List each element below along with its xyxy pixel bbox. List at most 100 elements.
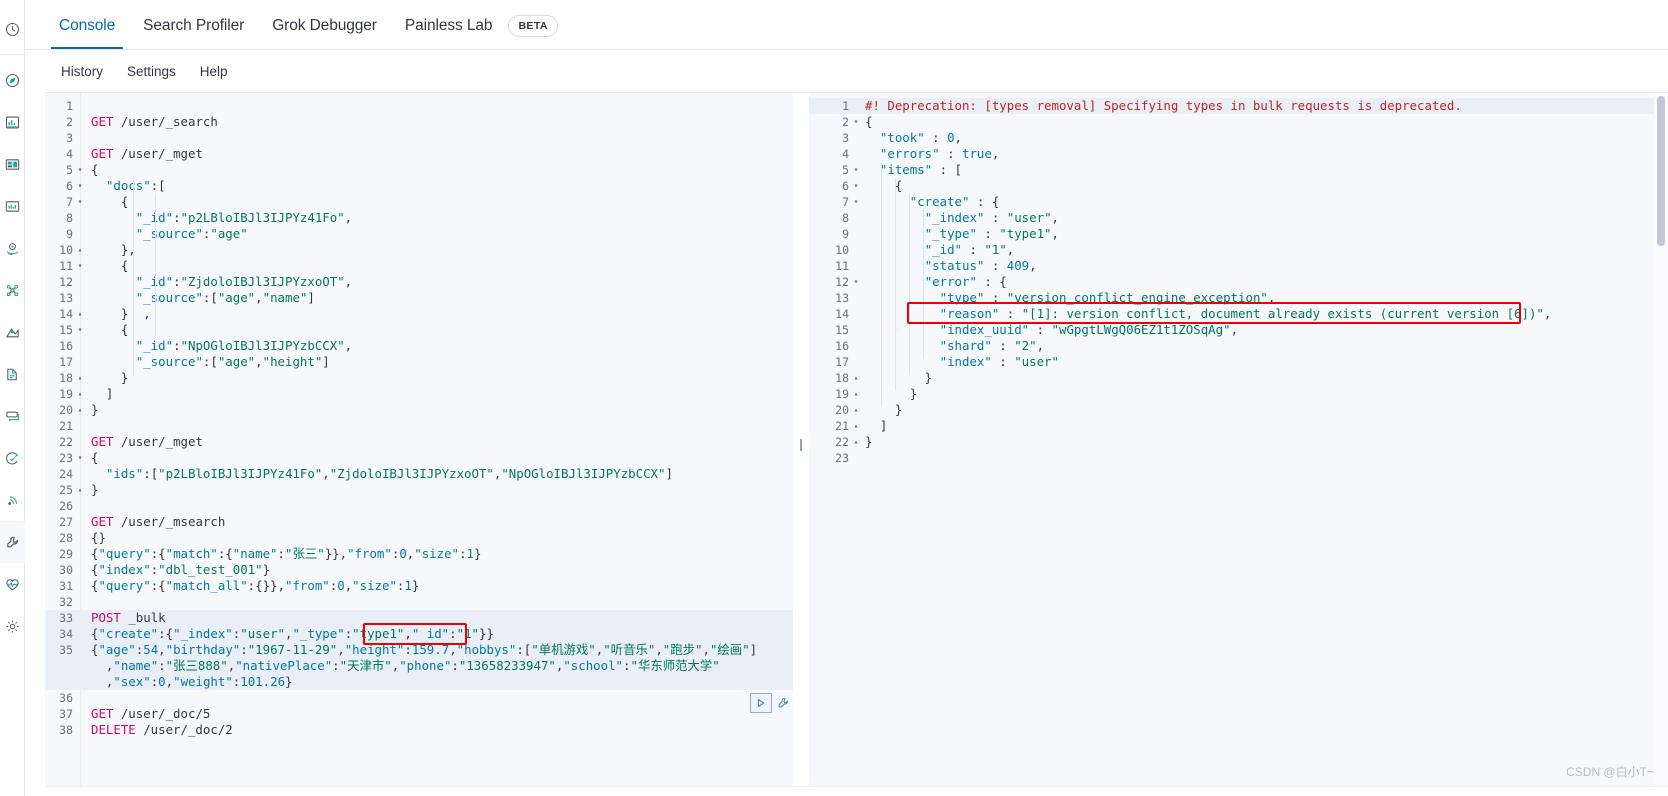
code-line[interactable]: 29 {"query":{"match":{"name":"张三"}},"from… bbox=[45, 546, 793, 562]
code-line[interactable]: 22 GET /user/_mget bbox=[45, 434, 793, 450]
code-line[interactable]: 1 bbox=[45, 98, 793, 114]
machine-learning-icon[interactable] bbox=[0, 311, 25, 353]
code-line[interactable]: 2 GET /user/_search bbox=[45, 114, 793, 130]
fold-toggle[interactable]: ▾ bbox=[75, 162, 85, 178]
fold-toggle[interactable]: ▴ bbox=[75, 306, 85, 322]
subnav-item-help[interactable]: Help bbox=[200, 64, 228, 79]
line-number: 25 bbox=[59, 483, 73, 497]
fold-toggle[interactable]: ▴ bbox=[851, 402, 861, 418]
fold-toggle[interactable]: ▴ bbox=[851, 418, 861, 434]
code-text: GET /user/_mget bbox=[91, 434, 203, 449]
code-line[interactable]: 19 ▴ ] bbox=[45, 386, 793, 402]
logs-icon[interactable] bbox=[0, 395, 25, 437]
code-text: } bbox=[91, 370, 129, 385]
code-line[interactable]: 8 "_id":"p2LBloIBJl3IJPYz41Fo", bbox=[45, 210, 793, 226]
code-line[interactable]: 14 ▴ } , bbox=[45, 306, 793, 322]
fold-toggle[interactable]: ▴ bbox=[851, 370, 861, 386]
fold-toggle[interactable]: ▴ bbox=[75, 370, 85, 386]
visualize-icon[interactable] bbox=[0, 101, 25, 143]
fold-toggle[interactable]: ▴ bbox=[851, 434, 861, 450]
code-line[interactable]: 34 {"create":{"_index":"user","_type":"ty… bbox=[45, 626, 793, 642]
discover-icon[interactable] bbox=[0, 59, 25, 101]
beta-badge[interactable]: BETA bbox=[508, 15, 558, 37]
code-text: { bbox=[865, 114, 873, 129]
code-line[interactable]: 4 GET /user/_mget bbox=[45, 146, 793, 162]
fold-toggle[interactable]: ▾ bbox=[75, 322, 85, 338]
maps-icon[interactable] bbox=[0, 227, 25, 269]
request-options-wrench-icon[interactable] bbox=[774, 693, 792, 713]
graph-icon[interactable] bbox=[0, 269, 25, 311]
code-line[interactable]: 9 "_source":"age" bbox=[45, 226, 793, 242]
code-line[interactable]: 18 ▴ } bbox=[45, 370, 793, 386]
code-line[interactable]: 20 ▴} bbox=[45, 402, 793, 418]
code-line[interactable]: 10 ▴ }, bbox=[45, 242, 793, 258]
fold-toggle[interactable]: ▾ bbox=[851, 194, 861, 210]
code-line[interactable]: 24 "ids":["p2LBloIBJl3IJPYz41Fo","Zjdolo… bbox=[45, 466, 793, 482]
code-line[interactable]: 27 GET /user/_msearch bbox=[45, 514, 793, 530]
dev-tools-tabbar: Console Search Profiler Grok Debugger Pa… bbox=[25, 0, 1668, 50]
fold-toggle[interactable]: ▾ bbox=[851, 162, 861, 178]
tab-search-profiler[interactable]: Search Profiler bbox=[129, 17, 258, 49]
code-line[interactable]: 32 bbox=[45, 594, 793, 610]
monitoring-icon[interactable] bbox=[0, 563, 25, 605]
apm-icon[interactable] bbox=[0, 437, 25, 479]
code-line[interactable]: 33 POST _bulk bbox=[45, 610, 793, 626]
fold-toggle[interactable]: ▴ bbox=[75, 402, 85, 418]
code-line[interactable]: 6 ▾ "docs":[ bbox=[45, 178, 793, 194]
response-vertical-scrollbar[interactable] bbox=[1654, 93, 1668, 796]
fold-toggle[interactable]: ▴ bbox=[851, 386, 861, 402]
fold-toggle[interactable]: ▴ bbox=[75, 386, 85, 402]
code-line[interactable]: 31 {"query":{"match_all":{}},"from":0,"si… bbox=[45, 578, 793, 594]
send-request-button[interactable] bbox=[750, 693, 772, 713]
code-line[interactable]: 11 ▾ { bbox=[45, 258, 793, 274]
request-code[interactable]: 1 2 GET /user/_search 3 4 GET /user/_mget 5 ▾{6… bbox=[45, 93, 793, 738]
code-line[interactable]: ,"name":"张三888","nativePlace":"天津市","pho… bbox=[45, 658, 793, 674]
code-line[interactable]: 16 "_id":"NpOGloIBJl3IJPYzbCCX", bbox=[45, 338, 793, 354]
fold-toggle[interactable]: ▾ bbox=[75, 258, 85, 274]
code-line[interactable]: 17 "_source":["age","height"] bbox=[45, 354, 793, 370]
management-gear-icon[interactable] bbox=[0, 605, 25, 647]
code-line[interactable]: 30 {"index":"dbl_test_001"} bbox=[45, 562, 793, 578]
recently-viewed-icon[interactable] bbox=[0, 8, 25, 50]
tab-console[interactable]: Console bbox=[45, 17, 129, 49]
code-line[interactable]: 15 ▾ { bbox=[45, 322, 793, 338]
fold-toggle[interactable]: ▴ bbox=[75, 482, 85, 498]
code-line[interactable]: 25 ▴} bbox=[45, 482, 793, 498]
dashboard-icon[interactable] bbox=[0, 143, 25, 185]
fold-toggle[interactable]: ▾ bbox=[851, 114, 861, 130]
dev-tools-icon[interactable] bbox=[0, 521, 25, 563]
code-line[interactable]: 28 {} bbox=[45, 530, 793, 546]
response-scroll-thumb[interactable] bbox=[1657, 96, 1665, 246]
code-text: "took" : 0, bbox=[879, 130, 963, 145]
editor-splitter[interactable] bbox=[793, 93, 809, 796]
subnav-item-history[interactable]: History bbox=[61, 64, 103, 79]
code-line[interactable]: 23 ▾ { bbox=[45, 450, 793, 466]
response-editor-pane[interactable]: 1 #! Deprecation: [types removal] Specify… bbox=[809, 93, 1668, 796]
code-line[interactable]: 35 {"age":54,"birthday":"1967-11-29","hei… bbox=[45, 642, 793, 658]
subnav-item-settings[interactable]: Settings bbox=[127, 64, 176, 79]
tab-painless-lab[interactable]: Painless Lab bbox=[391, 17, 507, 49]
canvas-icon[interactable] bbox=[0, 185, 25, 227]
code-line[interactable]: 37 GET /user/_doc/5 bbox=[45, 706, 793, 722]
code-line[interactable]: 5 ▾ { bbox=[45, 162, 793, 178]
fold-toggle[interactable]: ▾ bbox=[851, 178, 861, 194]
tab-grok-debugger[interactable]: Grok Debugger bbox=[258, 17, 391, 49]
fold-toggle[interactable]: ▾ bbox=[851, 274, 861, 290]
code-line[interactable]: 36 bbox=[45, 690, 793, 706]
code-line[interactable]: ,"sex":0,"weight":101.26} bbox=[45, 674, 793, 690]
code-line[interactable]: 3 bbox=[45, 130, 793, 146]
fold-toggle[interactable]: ▴ bbox=[75, 242, 85, 258]
code-line[interactable]: 12 "_id":"ZjdoloIBJl3IJPYzxoOT", bbox=[45, 274, 793, 290]
request-editor-pane[interactable]: 1 2 GET /user/_search 3 4 GET /user/_mget 5 ▾{6… bbox=[45, 93, 793, 796]
infrastructure-icon[interactable] bbox=[0, 353, 25, 395]
code-line[interactable]: 26 bbox=[45, 498, 793, 514]
code-line[interactable]: 7 ▾ { bbox=[45, 194, 793, 210]
code-line[interactable]: 13 "_source":["age","name"] bbox=[45, 290, 793, 306]
uptime-icon[interactable] bbox=[0, 479, 25, 521]
fold-toggle[interactable]: ▾ bbox=[75, 450, 85, 466]
code-line[interactable]: 38 DELETE /user/_doc/2 bbox=[45, 722, 793, 738]
fold-toggle[interactable]: ▾ bbox=[75, 178, 85, 194]
fold-toggle[interactable]: ▾ bbox=[75, 194, 85, 210]
code-line[interactable]: 21 bbox=[45, 418, 793, 434]
code-line: 10 "_id" : "1", bbox=[809, 242, 1668, 258]
